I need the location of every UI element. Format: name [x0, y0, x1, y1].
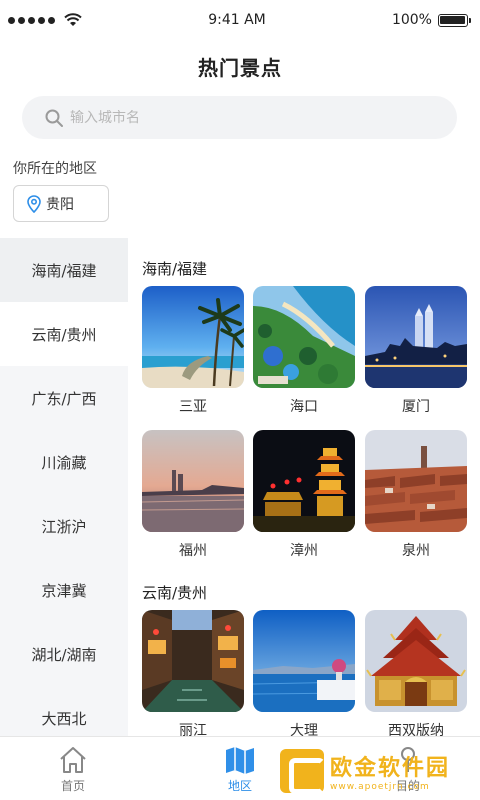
pagoda-night-photo: [253, 430, 355, 532]
spot-name: 三亚: [179, 399, 207, 415]
red-roof-town-photo: [365, 430, 467, 532]
section-title: 海南/福建: [142, 260, 208, 278]
sidebar-item-chuan-yu-zang[interactable]: 川渝藏: [0, 430, 128, 494]
spot-name: 漳州: [290, 543, 318, 559]
sidebar-item-jiang-zhe-hu[interactable]: 江浙沪: [0, 494, 128, 558]
watermark-logo-icon: [280, 749, 325, 794]
spot-name: 西双版纳: [388, 723, 444, 736]
region-label: 你所在的地区: [13, 161, 97, 177]
status-bar: 9:41 AM 100%: [0, 0, 480, 40]
sidebar-item-guangdong-guangxi[interactable]: 广东/广西: [0, 366, 128, 430]
spot-name: 厦门: [402, 399, 430, 415]
spot-card-xishuangbanna[interactable]: 西双版纳: [365, 610, 467, 736]
battery-icon: [437, 13, 471, 27]
sidebar-item-northwest[interactable]: 大西北: [0, 686, 128, 736]
beach-palm-photo: [142, 286, 244, 388]
spots-content: 海南/福建 三亚 海口 厦门 福州 漳州 泉州 云南/贵州 丽江 大理 西双版纳: [128, 238, 480, 736]
spot-name: 海口: [290, 399, 318, 415]
spot-card-sanya[interactable]: 三亚: [142, 286, 244, 416]
spot-name: 大理: [290, 723, 318, 736]
spot-name: 福州: [179, 543, 207, 559]
wifi-icon: [64, 13, 82, 26]
home-icon: [60, 747, 86, 773]
search-icon: [45, 109, 63, 127]
search-input[interactable]: [70, 109, 410, 126]
page-title: 热门景点: [198, 56, 282, 80]
sidebar-item-hainan-fujian[interactable]: 海南/福建: [0, 238, 128, 302]
search-bar[interactable]: [22, 96, 457, 139]
sidebar-item-jing-jin-ji[interactable]: 京津冀: [0, 558, 128, 622]
section-title: 云南/贵州: [142, 584, 208, 602]
lake-sky-photo: [253, 610, 355, 712]
spot-card-dali[interactable]: 大理: [253, 610, 355, 736]
spot-card-fuzhou[interactable]: 福州: [142, 430, 244, 560]
spot-card-xiamen[interactable]: 厦门: [365, 286, 467, 416]
signal-icon: [8, 13, 82, 27]
watermark: 欧金软件园 www.apoetjrn.com: [280, 746, 476, 796]
river-sunset-photo: [142, 430, 244, 532]
sidebar-item-yunnan-guizhou[interactable]: 云南/贵州: [0, 302, 128, 366]
city-night-photo: [365, 286, 467, 388]
old-town-canal-photo: [142, 610, 244, 712]
current-location-button[interactable]: 贵阳: [13, 185, 109, 222]
coast-resort-photo: [253, 286, 355, 388]
tab-region[interactable]: 地区: [200, 745, 280, 794]
map-icon: [226, 747, 254, 774]
status-time: 9:41 AM: [208, 12, 266, 28]
battery-percent: 100%: [391, 12, 432, 28]
sidebar-item-hubei-hunan[interactable]: 湖北/湖南: [0, 622, 128, 686]
spot-name: 泉州: [402, 543, 430, 559]
dai-temple-photo: [365, 610, 467, 712]
watermark-url: www.apoetjrn.com: [330, 782, 430, 792]
tab-home[interactable]: 首页: [33, 745, 113, 794]
location-pin-icon: [27, 194, 41, 213]
spot-card-quanzhou[interactable]: 泉州: [365, 430, 467, 560]
spot-card-zhangzhou[interactable]: 漳州: [253, 430, 355, 560]
spot-card-haikou[interactable]: 海口: [253, 286, 355, 416]
spot-card-lijiang[interactable]: 丽江: [142, 610, 244, 736]
current-location-label: 贵阳: [46, 196, 74, 213]
spot-name: 丽江: [179, 723, 207, 736]
watermark-title: 欧金软件园: [330, 756, 451, 781]
region-sidebar: 海南/福建 云南/贵州 广东/广西 川渝藏 江浙沪 京津冀 湖北/湖南 大西北: [0, 238, 128, 736]
